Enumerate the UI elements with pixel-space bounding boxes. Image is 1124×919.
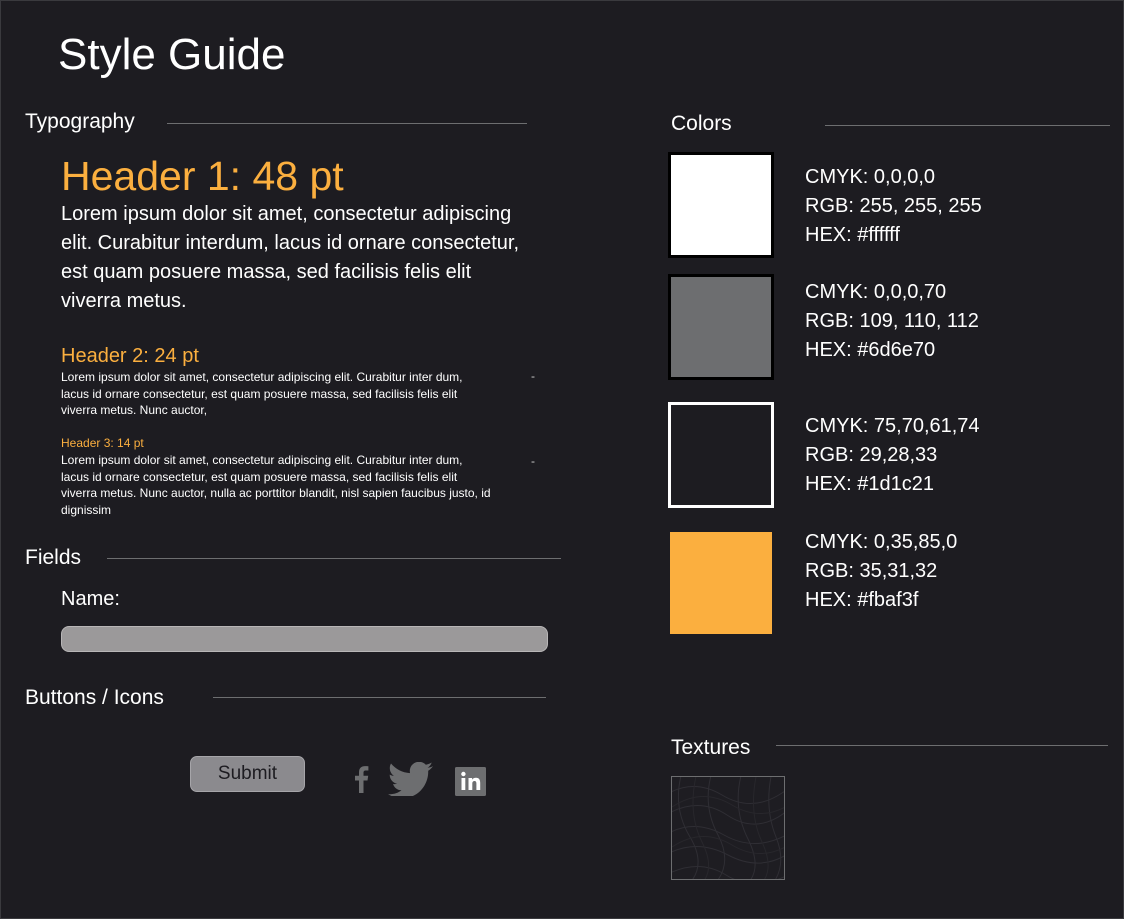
submit-button[interactable]: Submit (190, 756, 305, 792)
linkedin-icon[interactable] (455, 767, 486, 796)
twitter-icon[interactable] (387, 762, 435, 796)
rgb-value: RGB: 109, 110, 112 (805, 310, 979, 332)
body1-sample: Lorem ipsum dolor sit amet, consectetur … (61, 203, 519, 312)
hex-value: HEX: #6d6e70 (805, 339, 936, 361)
stray-dash: - (531, 454, 535, 468)
color-swatch-gray (668, 274, 774, 380)
body3-sample: Lorem ipsum dolor sit amet, consectetur … (61, 453, 491, 517)
colors-heading: Colors (671, 112, 732, 135)
rgb-value: RGB: 29,28,33 (805, 444, 938, 466)
color-swatch-dark (668, 402, 774, 508)
facebook-icon[interactable] (352, 764, 370, 794)
page-title: Style Guide (58, 30, 286, 79)
color-info-dark: CMYK: 75,70,61,74 RGB: 29,28,33 HEX: #1d… (805, 412, 980, 499)
hex-value: HEX: #1d1c21 (805, 473, 934, 495)
textures-divider (776, 745, 1108, 746)
rgb-value: RGB: 255, 255, 255 (805, 195, 982, 217)
color-info-white: CMYK: 0,0,0,0 RGB: 255, 255, 255 HEX: #f… (805, 163, 982, 250)
colors-divider (825, 125, 1110, 126)
textures-heading: Textures (671, 736, 751, 759)
header1-sample: Header 1: 48 pt (61, 153, 344, 199)
header2-sample: Header 2: 24 pt (61, 345, 199, 367)
cmyk-value: CMYK: 0,0,0,70 (805, 281, 947, 303)
name-label: Name: (61, 588, 120, 610)
name-input[interactable] (61, 626, 548, 652)
hex-value: HEX: #ffffff (805, 224, 900, 246)
texture-swatch (671, 776, 785, 880)
cmyk-value: CMYK: 0,35,85,0 (805, 531, 958, 553)
color-swatch-orange (668, 530, 774, 636)
hex-value: HEX: #fbaf3f (805, 589, 919, 611)
buttons-divider (213, 697, 546, 698)
color-info-orange: CMYK: 0,35,85,0 RGB: 35,31,32 HEX: #fbaf… (805, 528, 957, 615)
typography-divider (167, 123, 527, 124)
body2-sample: Lorem ipsum dolor sit amet, consectetur … (61, 370, 463, 417)
color-swatch-white (668, 152, 774, 258)
color-info-gray: CMYK: 0,0,0,70 RGB: 109, 110, 112 HEX: #… (805, 278, 979, 365)
fields-heading: Fields (25, 546, 82, 569)
typography-heading: Typography (25, 110, 135, 133)
texture-pattern (672, 777, 784, 879)
fields-divider (107, 558, 561, 559)
buttons-heading: Buttons / Icons (25, 686, 164, 709)
cmyk-value: CMYK: 75,70,61,74 (805, 415, 980, 437)
rgb-value: RGB: 35,31,32 (805, 560, 938, 582)
header3-sample: Header 3: 14 pt (61, 436, 144, 450)
stray-dash: - (531, 369, 535, 383)
cmyk-value: CMYK: 0,0,0,0 (805, 166, 936, 188)
